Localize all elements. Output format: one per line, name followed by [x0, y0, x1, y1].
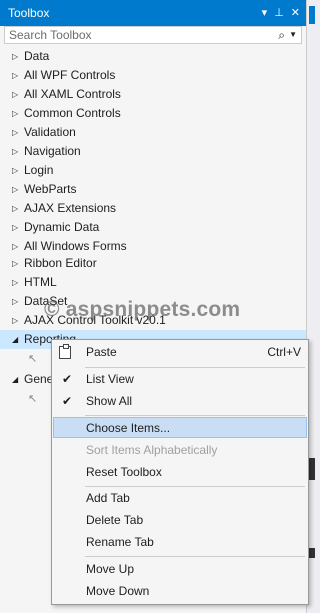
check-icon: ✔ — [62, 372, 73, 386]
category-dynamic-data[interactable]: ▷ Dynamic Data — [0, 218, 306, 237]
expand-triangle-icon[interactable]: ▷ — [12, 142, 18, 161]
category-label: Common Controls — [24, 106, 121, 120]
collapse-triangle-icon[interactable]: ◢ — [12, 370, 18, 389]
category-validation[interactable]: ▷ Validation — [0, 123, 306, 142]
search-icon[interactable]: ⌕ — [278, 27, 285, 43]
category-label: Dynamic Data — [24, 220, 100, 234]
menu-item-shortcut: Ctrl+V — [267, 345, 301, 359]
menu-item-choose-items[interactable]: Choose Items... — [53, 417, 307, 438]
search-toolbox-input[interactable]: Search Toolbox ⌕ ▼ — [4, 26, 302, 44]
menu-item-rename-tab[interactable]: Rename Tab — [53, 532, 307, 553]
menu-separator — [85, 486, 305, 487]
menu-item-label: List View — [86, 372, 134, 386]
category-label: All WPF Controls — [24, 68, 116, 82]
category-label: Login — [24, 163, 54, 177]
category-navigation[interactable]: ▷ Navigation — [0, 142, 306, 161]
menu-item-delete-tab[interactable]: Delete Tab — [53, 510, 307, 531]
menu-item-move-up[interactable]: Move Up — [53, 559, 307, 580]
expand-triangle-icon[interactable]: ▷ — [12, 66, 18, 85]
expand-triangle-icon[interactable]: ▷ — [12, 292, 18, 311]
search-placeholder: Search Toolbox — [9, 28, 92, 42]
category-html[interactable]: ▷ HTML — [0, 273, 306, 292]
menu-item-label: Paste — [86, 345, 117, 359]
menu-item-label: Sort Items Alphabetically — [86, 443, 218, 457]
menu-item-show-all[interactable]: ✔ Show All — [53, 391, 307, 412]
menu-item-reset-toolbox[interactable]: Reset Toolbox — [53, 462, 307, 483]
editor-edge-mark — [309, 458, 315, 480]
category-all-xaml-controls[interactable]: ▷ All XAML Controls — [0, 85, 306, 104]
category-label: WebParts — [24, 182, 77, 196]
search-options-dropdown-icon[interactable]: ▼ — [289, 27, 297, 43]
close-icon[interactable]: ✕ — [291, 0, 300, 26]
expand-triangle-icon[interactable]: ▷ — [12, 254, 18, 273]
expand-triangle-icon[interactable]: ▷ — [12, 218, 18, 237]
toolbox-title: Toolbox — [8, 6, 50, 20]
menu-item-label: Add Tab — [86, 491, 130, 505]
menu-item-list-view[interactable]: ✔ List View — [53, 369, 307, 390]
expand-triangle-icon[interactable]: ▷ — [12, 273, 18, 292]
menu-item-label: Delete Tab — [86, 513, 144, 527]
menu-item-sort-alphabetically: Sort Items Alphabetically — [53, 440, 307, 461]
menu-item-label: Move Down — [86, 584, 150, 598]
watermark: © aspsnippets.com — [44, 298, 241, 321]
category-label: HTML — [24, 275, 57, 289]
category-label: AJAX Extensions — [24, 201, 117, 215]
menu-item-label: Rename Tab — [86, 535, 154, 549]
expand-triangle-icon[interactable]: ▷ — [12, 123, 18, 142]
menu-item-move-down[interactable]: Move Down — [53, 581, 307, 602]
expand-triangle-icon[interactable]: ▷ — [12, 311, 18, 330]
clipboard-icon — [59, 344, 71, 359]
menu-item-label: Show All — [86, 394, 133, 408]
category-label: Ribbon Editor — [24, 256, 97, 270]
menu-separator — [85, 367, 305, 368]
category-common-controls[interactable]: ▷ Common Controls — [0, 104, 306, 123]
category-label: All XAML Controls — [24, 87, 121, 101]
pointer-tool-icon[interactable]: ↖ — [28, 352, 37, 365]
category-ribbon-editor[interactable]: ▷ Ribbon Editor — [0, 254, 306, 273]
category-login[interactable]: ▷ Login — [0, 161, 306, 180]
category-label: Validation — [24, 125, 76, 139]
pointer-tool-icon[interactable]: ↖ — [28, 392, 37, 405]
menu-item-label: Choose Items... — [86, 421, 171, 435]
pin-icon[interactable]: ⊥ — [274, 0, 284, 26]
editor-tab-edge — [309, 6, 315, 24]
category-webparts[interactable]: ▷ WebParts — [0, 180, 306, 199]
expand-triangle-icon[interactable]: ▷ — [12, 180, 18, 199]
menu-item-label: Move Up — [86, 562, 135, 576]
category-label: Data — [24, 49, 50, 63]
title-icons: ▾ ⊥ ✕ — [262, 0, 300, 26]
category-ajax-extensions[interactable]: ▷ AJAX Extensions — [0, 199, 306, 218]
expand-triangle-icon[interactable]: ▷ — [12, 199, 18, 218]
expand-triangle-icon[interactable]: ▷ — [12, 85, 18, 104]
window-position-dropdown-icon[interactable]: ▾ — [262, 0, 268, 26]
context-menu: Paste Ctrl+V ✔ List View ✔ Show All Choo… — [51, 339, 309, 605]
menu-item-paste[interactable]: Paste Ctrl+V — [53, 342, 307, 363]
editor-edge-mark — [309, 548, 315, 558]
category-data[interactable]: ▷ Data — [0, 47, 306, 66]
menu-item-add-tab[interactable]: Add Tab — [53, 488, 307, 509]
menu-separator — [85, 556, 305, 557]
menu-separator — [85, 415, 305, 416]
toolbox-titlebar[interactable]: Toolbox ▾ ⊥ ✕ — [0, 0, 306, 26]
collapse-triangle-icon[interactable]: ◢ — [12, 330, 18, 349]
expand-triangle-icon[interactable]: ▷ — [12, 161, 18, 180]
category-all-wpf-controls[interactable]: ▷ All WPF Controls — [0, 66, 306, 85]
check-icon: ✔ — [62, 394, 73, 408]
menu-item-label: Reset Toolbox — [86, 465, 162, 479]
expand-triangle-icon[interactable]: ▷ — [12, 47, 18, 66]
expand-triangle-icon[interactable]: ▷ — [12, 104, 18, 123]
category-label: Navigation — [24, 144, 81, 158]
